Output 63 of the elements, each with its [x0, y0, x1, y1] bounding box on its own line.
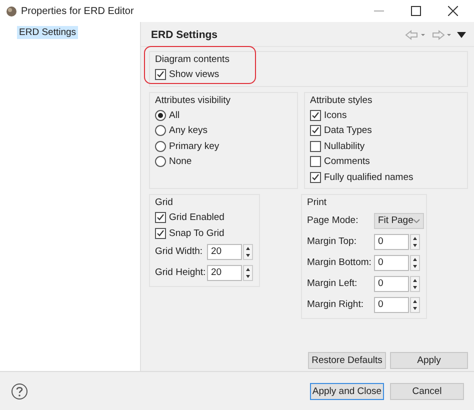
number-field[interactable]: 0	[374, 234, 409, 250]
checkbox-label: Comments	[324, 156, 370, 168]
radio-label: Any keys	[169, 125, 208, 136]
group-title: Attributes visibility	[155, 94, 232, 106]
group-title: Attribute styles	[310, 94, 374, 106]
number-field[interactable]: 0	[374, 254, 409, 270]
number-field[interactable]: 0	[374, 276, 409, 292]
radio-button[interactable]	[155, 110, 166, 121]
radio-button[interactable]	[155, 125, 166, 136]
spinner-arrows-icon[interactable]	[410, 234, 420, 250]
page-button[interactable]: Apply	[390, 352, 468, 369]
sidebar-item[interactable]: ERD Settings	[17, 26, 78, 39]
checkbox[interactable]	[310, 140, 321, 152]
menu-caret-icon[interactable]	[457, 32, 466, 38]
spinner-arrows-icon[interactable]	[243, 264, 253, 280]
checkbox[interactable]	[155, 212, 166, 224]
number-field[interactable]: 20	[207, 244, 242, 260]
group-title: Print	[307, 197, 328, 208]
dialog-button[interactable]: Apply and Close	[310, 382, 384, 400]
checkbox[interactable]	[310, 156, 321, 168]
spinner-arrows-icon[interactable]	[243, 244, 253, 260]
checkbox-label: Data Types	[324, 125, 372, 136]
field-label: Grid Height:	[155, 267, 207, 278]
checkbox[interactable]	[310, 125, 321, 136]
page-title: ERD Settings	[151, 29, 218, 41]
field-label: Page Mode:	[307, 215, 360, 226]
radio-button[interactable]	[155, 140, 166, 152]
radio-label: Primary key	[169, 140, 220, 152]
window-title: Properties for ERD Editor	[21, 6, 134, 16]
checkbox[interactable]	[155, 228, 166, 239]
spinner-arrows-icon[interactable]	[410, 296, 420, 312]
field-label: Grid Width:	[155, 246, 204, 257]
checkbox-label: Snap To Grid	[169, 228, 224, 239]
help-icon[interactable]	[11, 382, 28, 400]
dialog-button[interactable]: Cancel	[390, 382, 464, 400]
checkbox-label: Grid Enabled	[169, 212, 224, 224]
checkbox[interactable]	[310, 172, 321, 183]
radio-button[interactable]	[155, 156, 166, 168]
number-field[interactable]: 0	[374, 296, 409, 312]
field-label: Margin Bottom:	[307, 257, 372, 268]
spinner-arrows-icon[interactable]	[410, 254, 420, 270]
field-label: Margin Top:	[307, 236, 358, 247]
app-icon	[6, 6, 17, 16]
radio-label: All	[169, 110, 180, 121]
field-label: Margin Left:	[307, 278, 358, 289]
chevron-down-icon	[413, 218, 420, 222]
group-title: Diagram contents	[155, 54, 230, 65]
radio-label: None	[169, 156, 192, 168]
checkbox-label: Icons	[324, 110, 347, 121]
number-field[interactable]: 20	[207, 264, 242, 280]
page-button[interactable]: Restore Defaults	[308, 352, 386, 369]
checkbox[interactable]	[310, 110, 321, 121]
checkbox-label: Nullability	[324, 140, 365, 152]
spinner-arrows-icon[interactable]	[410, 276, 420, 292]
checkbox-label: Fully qualified names	[324, 172, 414, 183]
checkbox-label: Show views	[169, 69, 220, 80]
page-mode-dropdown[interactable]: Fit Page	[374, 212, 424, 228]
checkbox[interactable]	[155, 69, 166, 80]
maximize-icon[interactable]	[411, 6, 421, 16]
group-title: Grid	[155, 197, 174, 208]
field-label: Margin Right:	[307, 299, 364, 310]
dropdown-value: Fit Page	[378, 215, 414, 226]
close-icon[interactable]	[448, 6, 458, 16]
